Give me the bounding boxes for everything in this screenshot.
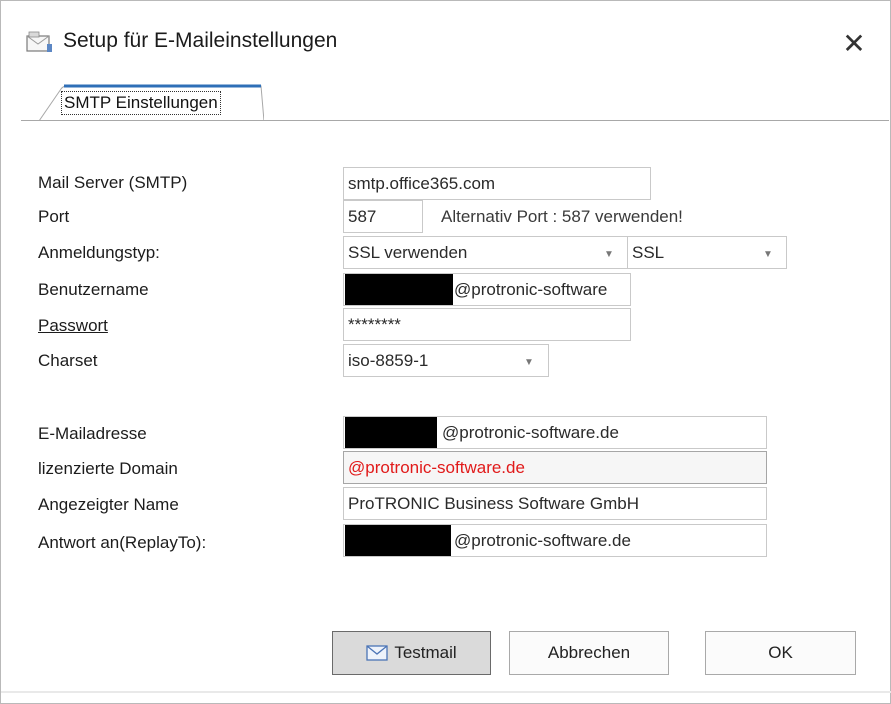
charset-select[interactable]: iso-8859-1 (343, 344, 549, 377)
bottom-edge (1, 691, 891, 693)
cancel-button[interactable]: Abbrechen (509, 631, 669, 675)
ok-button[interactable]: OK (705, 631, 856, 675)
smtp-server-input[interactable]: smtp.office365.com (343, 167, 651, 200)
title-bar: Setup für E-Maileinstellungen ✕ (1, 1, 890, 81)
email-label: E-Mailadresse (38, 424, 147, 443)
chevron-down-icon[interactable]: ▼ (763, 249, 773, 260)
smtp-server-label: Mail Server (SMTP) (38, 173, 188, 192)
charset-label: Charset (38, 351, 98, 370)
licensed-domain-field: @protronic-software.de (343, 451, 767, 484)
chevron-down-icon[interactable]: ▼ (604, 249, 614, 260)
port-hint: Alternativ Port : 587 verwenden! (441, 207, 683, 226)
redaction-block (345, 417, 437, 448)
auth-type-label: Anmeldungstyp: (38, 243, 160, 262)
window-title: Setup für E-Maileinstellungen (63, 29, 338, 52)
reply-to-label: Antwort an(ReplayTo): (38, 533, 207, 552)
password-input[interactable]: ******** (343, 308, 631, 341)
chevron-down-icon[interactable]: ▼ (524, 357, 534, 368)
display-name-input[interactable]: ProTRONIC Business Software GmbH (343, 487, 767, 520)
password-label: Passwort (38, 316, 108, 335)
mail-settings-icon (26, 31, 52, 52)
envelope-icon (366, 645, 388, 661)
redaction-block (345, 525, 451, 556)
redaction-block (345, 274, 453, 305)
tab-label: SMTP Einstellungen (61, 91, 221, 115)
licensed-domain-label: lizenzierte Domain (38, 459, 178, 478)
username-label: Benutzername (38, 280, 149, 299)
tab-divider (21, 120, 889, 121)
dialog-window: Setup für E-Maileinstellungen ✕ SMTP Ein… (0, 0, 891, 704)
port-label: Port (38, 207, 70, 226)
port-input[interactable]: 587 (343, 200, 423, 233)
close-icon[interactable]: ✕ (831, 23, 877, 63)
testmail-label: Testmail (394, 643, 457, 662)
display-name-label: Angezeigter Name (38, 495, 179, 514)
testmail-button[interactable]: Testmail (332, 631, 491, 675)
auth-type-select[interactable]: SSL verwenden (343, 236, 629, 269)
